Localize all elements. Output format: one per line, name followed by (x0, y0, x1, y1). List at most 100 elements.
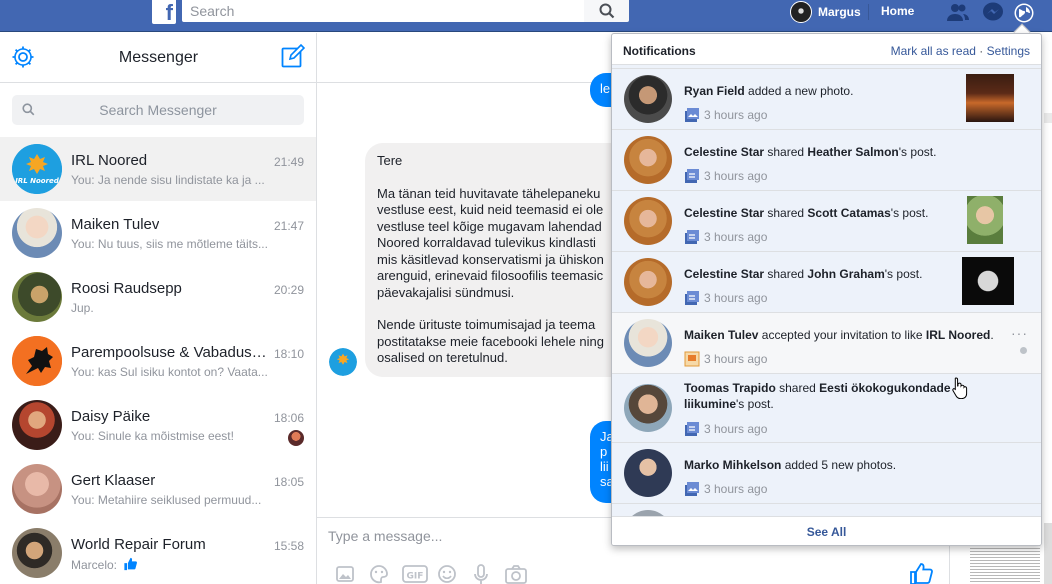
avatar (624, 449, 672, 497)
notification-text: Marko Mihkelson added 5 new photos. (684, 458, 897, 472)
conversation-time: 18:06 (273, 411, 304, 425)
globe-notifications-icon[interactable] (1013, 2, 1035, 23)
conversation-name: Gert Klaaser (71, 472, 156, 489)
avatar (624, 197, 672, 245)
conversation-snippet: You: Sinule ka mõistmise eest! (71, 429, 234, 443)
notification-item[interactable]: Ryan Field added a new photo. 3 hours ag… (612, 69, 1041, 130)
photo-post-icon (685, 482, 699, 496)
message-input[interactable] (328, 528, 608, 544)
photo-thumbnail (967, 196, 1003, 244)
notification-meta: 3 hours ago (684, 107, 767, 123)
sticker-icon[interactable] (368, 563, 390, 584)
like-button[interactable] (909, 562, 933, 584)
conversation-item[interactable]: Maiken Tulev 21:47 You: Nu tuus, siis me… (0, 201, 316, 265)
home-link[interactable]: Home (881, 4, 914, 18)
photo-icon[interactable] (334, 563, 356, 584)
conversation-snippet: Marcelo: (71, 557, 138, 572)
notification-time: 3 hours ago (704, 352, 768, 366)
messenger-search[interactable] (12, 95, 304, 125)
camera-icon[interactable] (504, 563, 527, 584)
conversation-snippet: You: Nu tuus, siis me mõtleme täits... (71, 237, 268, 251)
conversation-item[interactable]: Gert Klaaser 18:05 You: Metahiire seiklu… (0, 457, 316, 521)
notification-time: 3 hours ago (704, 230, 768, 244)
notification-item[interactable]: Marko Mihkelson added 5 new photos. 3 ho… (612, 443, 1041, 504)
notification-meta: 3 hours ago (684, 290, 767, 306)
notification-time: 3 hours ago (704, 482, 768, 496)
friend-requests-icon[interactable] (946, 2, 969, 22)
microphone-icon[interactable] (470, 563, 492, 584)
notifications-list: Ryan Field added a new photo. 3 hours ag… (612, 65, 1041, 516)
notification-item[interactable]: Celestine Star shared John Graham's post… (612, 252, 1041, 313)
search-input[interactable] (12, 95, 304, 125)
thumbs-up-icon (124, 557, 138, 571)
conversation-time: 15:58 (273, 539, 304, 553)
shared-post-icon (685, 230, 699, 244)
divider (868, 4, 869, 20)
scrollbar[interactable] (1044, 33, 1052, 584)
profile-name: Margus (818, 5, 861, 19)
shared-post-icon (685, 291, 699, 305)
conversation-name: Maiken Tulev (71, 216, 160, 233)
conversation-item[interactable]: IRL Noored IRL Noored 21:49 You: Ja nend… (0, 137, 316, 201)
notifications-title: Notifications (623, 44, 696, 58)
conversation-name: World Repair Forum (71, 536, 206, 553)
top-bar: f Margus Home (0, 0, 1052, 32)
notification-item[interactable] (612, 504, 1041, 516)
notification-meta: 3 hours ago (684, 351, 767, 367)
page-title: Messenger (118, 49, 199, 66)
notification-meta: 3 hours ago (684, 481, 767, 497)
notification-item[interactable]: Celestine Star shared Heather Salmon's p… (612, 130, 1041, 191)
notifications-footer: See All (612, 516, 1041, 545)
composer-tools: GIF (334, 563, 527, 584)
avatar (624, 75, 672, 123)
notification-text: Ryan Field added a new photo. (684, 84, 854, 98)
notification-time: 3 hours ago (704, 169, 768, 183)
notification-time: 3 hours ago (704, 291, 768, 305)
settings-link[interactable]: Settings (987, 44, 1030, 58)
conversation-time: 21:47 (273, 219, 304, 233)
gif-icon[interactable]: GIF (402, 563, 428, 584)
profile-link[interactable]: Margus (790, 0, 861, 24)
conversation-snippet: You: Ja nende sisu lindistate ka ja ... (71, 173, 265, 187)
notification-item[interactable]: Maiken Tulev accepted your invitation to… (612, 313, 1041, 374)
hand-cursor-icon (952, 377, 968, 399)
notification-item[interactable]: Toomas Trapido shared Eesti ökokogukonda… (612, 374, 1041, 443)
separator: · (979, 44, 984, 58)
more-options-icon[interactable]: ··· (1011, 325, 1028, 341)
conversation-snippet: You: Metahiire seiklused permuud... (71, 493, 262, 507)
notification-time: 3 hours ago (704, 108, 768, 122)
facebook-logo-icon[interactable]: f (152, 0, 176, 25)
svg-text:IRL Noored: IRL Noored (15, 177, 60, 185)
avatar (12, 272, 62, 322)
avatar (329, 348, 357, 376)
conversation-item[interactable]: World Repair Forum 15:58 Marcelo: (0, 521, 316, 584)
notification-text: Celestine Star shared Heather Salmon's p… (684, 145, 937, 159)
shared-post-icon (685, 422, 699, 436)
notification-text: Celestine Star shared John Graham's post… (684, 267, 923, 281)
notification-meta: 3 hours ago (684, 421, 767, 437)
notification-item[interactable]: Celestine Star shared Scott Catamas's po… (612, 191, 1041, 252)
emoji-icon[interactable] (436, 563, 458, 584)
avatar (12, 528, 62, 578)
conversation-item[interactable]: Parempoolsuse & Vabaduse ... 18:10 You: … (0, 329, 316, 393)
conversation-item[interactable]: Roosi Raudsepp 20:29 Jup. (0, 265, 316, 329)
search-box[interactable] (182, 0, 584, 22)
conversation-item[interactable]: Daisy Päike 18:06 You: Sinule ka mõistmi… (0, 393, 316, 457)
notification-time: 3 hours ago (704, 422, 768, 436)
avatar (624, 136, 672, 184)
messenger-icon[interactable] (982, 2, 1004, 22)
avatar (12, 336, 62, 386)
search-button[interactable] (584, 0, 629, 22)
notifications-actions: Mark all as read · Settings (891, 44, 1030, 58)
notifications-dropdown: Notifications Mark all as read · Setting… (611, 33, 1042, 546)
mark-all-read-link[interactable]: Mark all as read (891, 44, 976, 58)
mark-read-dot[interactable] (1020, 347, 1027, 354)
see-all-link[interactable]: See All (807, 525, 847, 539)
notification-meta: 3 hours ago (684, 168, 767, 184)
page-invite-icon (684, 351, 700, 367)
avatar (624, 258, 672, 306)
search-input[interactable] (182, 0, 584, 22)
compose-icon[interactable] (281, 44, 305, 68)
conversation-time: 20:29 (273, 283, 304, 297)
search-icon (599, 3, 615, 19)
